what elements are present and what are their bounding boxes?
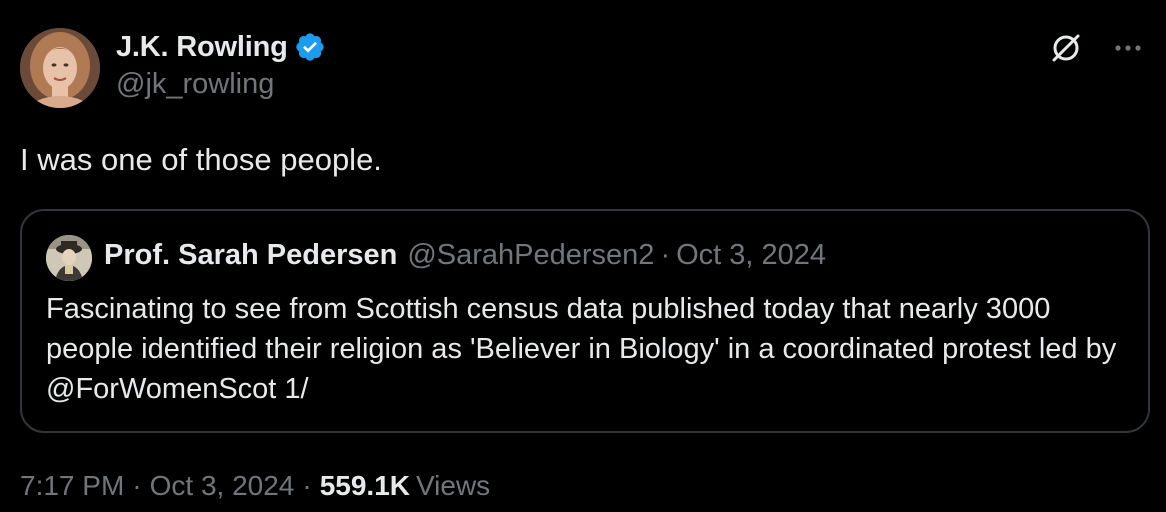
views-label: Views xyxy=(416,470,491,501)
quoted-separator: · xyxy=(660,239,671,271)
author-name-row: J.K. Rowling xyxy=(116,28,326,66)
quoted-handle[interactable]: @SarahPedersen2 xyxy=(407,239,654,272)
quoted-text: Fascinating to see from Scottish census … xyxy=(46,293,1117,405)
tweet-actions xyxy=(1048,30,1144,66)
author-avatar-image xyxy=(20,28,100,108)
grok-icon[interactable] xyxy=(1048,30,1084,66)
tweet-time[interactable]: 7:17 PM xyxy=(20,470,124,502)
quoted-author-avatar[interactable] xyxy=(46,235,92,281)
quoted-tweet[interactable]: Prof. Sarah Pedersen @SarahPedersen2 · O… xyxy=(20,209,1150,433)
quoted-display-name[interactable]: Prof. Sarah Pedersen xyxy=(104,239,397,272)
verified-badge-icon[interactable] xyxy=(294,31,326,63)
more-options-icon[interactable] xyxy=(1112,32,1144,64)
tweet-meta: 7:17 PM · Oct 3, 2024 · 559.1K Views xyxy=(20,470,490,502)
meta-separator-2: · xyxy=(302,470,312,501)
quoted-date[interactable]: Oct 3, 2024 xyxy=(676,239,826,272)
quoted-header: Prof. Sarah Pedersen @SarahPedersen2 · O… xyxy=(104,239,826,272)
author-display-name[interactable]: J.K. Rowling xyxy=(116,31,288,64)
author-handle[interactable]: @jk_rowling xyxy=(116,68,274,101)
tweet-date[interactable]: Oct 3, 2024 xyxy=(150,470,295,502)
tweet-text: I was one of those people. xyxy=(20,142,382,177)
views-count[interactable]: 559.1K xyxy=(320,470,410,502)
meta-separator: · xyxy=(132,470,142,501)
quoted-author-avatar-image xyxy=(46,235,92,281)
author-avatar[interactable] xyxy=(20,28,100,108)
